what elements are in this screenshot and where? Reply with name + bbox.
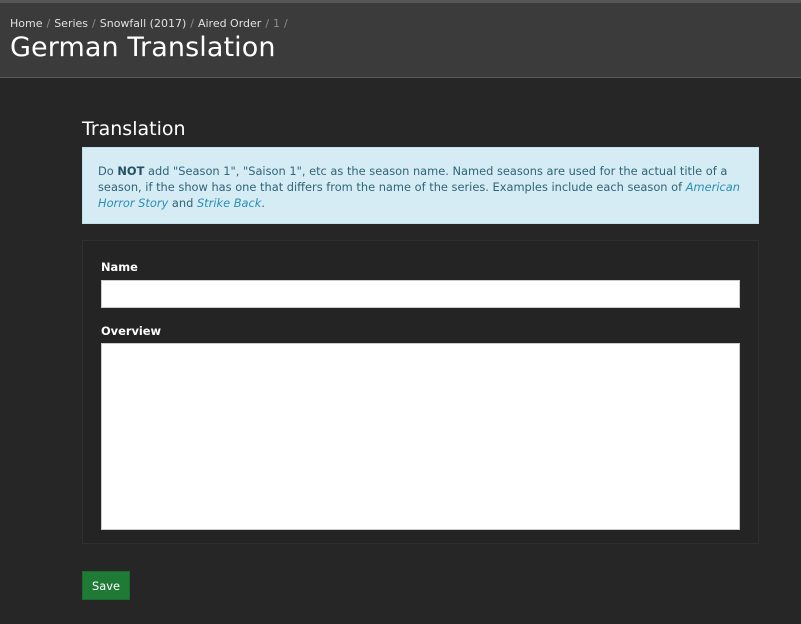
breadcrumb-separator: / (265, 17, 270, 30)
breadcrumb: Home / Series / Snowfall (2017) / Aired … (10, 17, 791, 30)
page-title: German Translation (10, 32, 276, 63)
overview-label: Overview (101, 324, 162, 338)
breadcrumb-separator: / (46, 17, 51, 30)
alert-text: add "Season 1", "Saison 1", etc as the s… (98, 164, 728, 194)
info-alert: Do NOT add "Season 1", "Saison 1", etc a… (82, 147, 759, 224)
name-label: Name (101, 260, 138, 274)
save-button[interactable]: Save (82, 571, 130, 600)
alert-emphasis: NOT (117, 164, 145, 178)
alert-text: . (261, 196, 265, 210)
breadcrumb-show[interactable]: Snowfall (2017) (100, 17, 186, 30)
translation-form-panel: Name Overview (82, 240, 759, 544)
page-header: Home / Series / Snowfall (2017) / Aired … (0, 3, 801, 78)
section-title: Translation (82, 118, 186, 140)
alert-text: Do (98, 164, 118, 178)
alert-example-link[interactable]: Strike Back (197, 196, 261, 210)
breadcrumb-separator: / (92, 17, 96, 30)
alert-text: and (168, 196, 197, 210)
breadcrumb-series[interactable]: Series (54, 17, 88, 30)
breadcrumb-home[interactable]: Home (10, 17, 42, 30)
breadcrumb-aired-order[interactable]: Aired Order (198, 17, 261, 30)
overview-textarea[interactable] (101, 343, 740, 530)
breadcrumb-separator: / (190, 17, 194, 30)
breadcrumb-separator: / (284, 17, 288, 30)
name-input[interactable] (101, 280, 740, 308)
main-content: Translation Do NOT add "Season 1", "Sais… (82, 78, 759, 600)
breadcrumb-current: 1 (273, 17, 281, 30)
